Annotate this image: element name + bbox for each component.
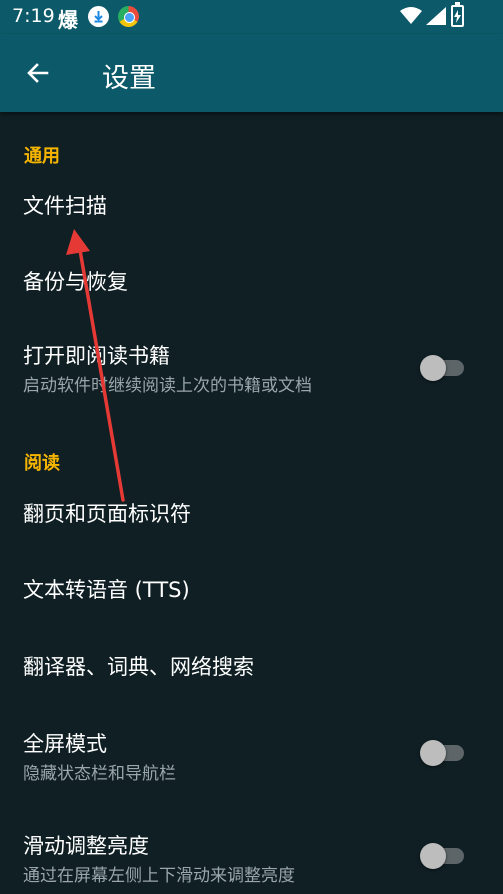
status-time: 7:19 xyxy=(12,5,55,27)
backup-restore-item[interactable]: 备份与恢复 xyxy=(0,242,503,314)
page-title: 设置 xyxy=(102,63,156,94)
signal-icon xyxy=(426,7,446,25)
file-scan-title: 文件扫描 xyxy=(23,194,107,218)
backup-restore-title: 备份与恢复 xyxy=(23,270,128,294)
file-scan-item[interactable]: 文件扫描 xyxy=(0,168,503,240)
open-on-start-subtitle: 启动软件时继续阅读上次的书籍或文档 xyxy=(23,376,312,396)
section-header-reading: 阅读 xyxy=(24,453,60,474)
toggle-thumb xyxy=(420,355,446,381)
page-turn-title: 翻页和页面标识符 xyxy=(23,502,191,526)
back-button[interactable] xyxy=(16,51,60,95)
status-bar: 7:19 爆 xyxy=(0,0,503,34)
fullscreen-subtitle: 隐藏状态栏和导航栏 xyxy=(23,764,176,784)
browser-icon xyxy=(118,6,139,27)
fullscreen-item[interactable]: 全屏模式 隐藏状态栏和导航栏 xyxy=(0,706,503,802)
toggle-thumb xyxy=(420,740,446,766)
app-notification-icon: 爆 xyxy=(58,8,78,32)
page-turn-item[interactable]: 翻页和页面标识符 xyxy=(0,476,503,548)
app-bar: 设置 xyxy=(0,34,503,112)
brightness-toggle[interactable] xyxy=(420,843,466,869)
section-header-general: 通用 xyxy=(24,146,60,167)
battery-charging-icon xyxy=(451,2,464,27)
translator-item[interactable]: 翻译器、词典、网络搜索 xyxy=(0,628,503,700)
tts-title: 文本转语音 (TTS) xyxy=(23,578,190,602)
brightness-title: 滑动调整亮度 xyxy=(23,834,149,858)
open-on-start-title: 打开即阅读书籍 xyxy=(23,344,170,368)
brightness-subtitle: 通过在屏幕左侧上下滑动来调整亮度 xyxy=(23,866,295,886)
arrow-left-icon xyxy=(27,63,49,83)
fullscreen-toggle[interactable] xyxy=(420,740,466,766)
tts-item[interactable]: 文本转语音 (TTS) xyxy=(0,552,503,624)
download-icon xyxy=(88,6,109,27)
translator-title: 翻译器、词典、网络搜索 xyxy=(23,655,254,679)
open-on-start-toggle[interactable] xyxy=(420,355,466,381)
fullscreen-title: 全屏模式 xyxy=(23,732,107,756)
open-on-start-item[interactable]: 打开即阅读书籍 启动软件时继续阅读上次的书籍或文档 xyxy=(0,320,503,416)
toggle-thumb xyxy=(420,843,446,869)
brightness-item[interactable]: 滑动调整亮度 通过在屏幕左侧上下滑动来调整亮度 xyxy=(0,808,503,894)
wifi-icon xyxy=(400,7,422,24)
